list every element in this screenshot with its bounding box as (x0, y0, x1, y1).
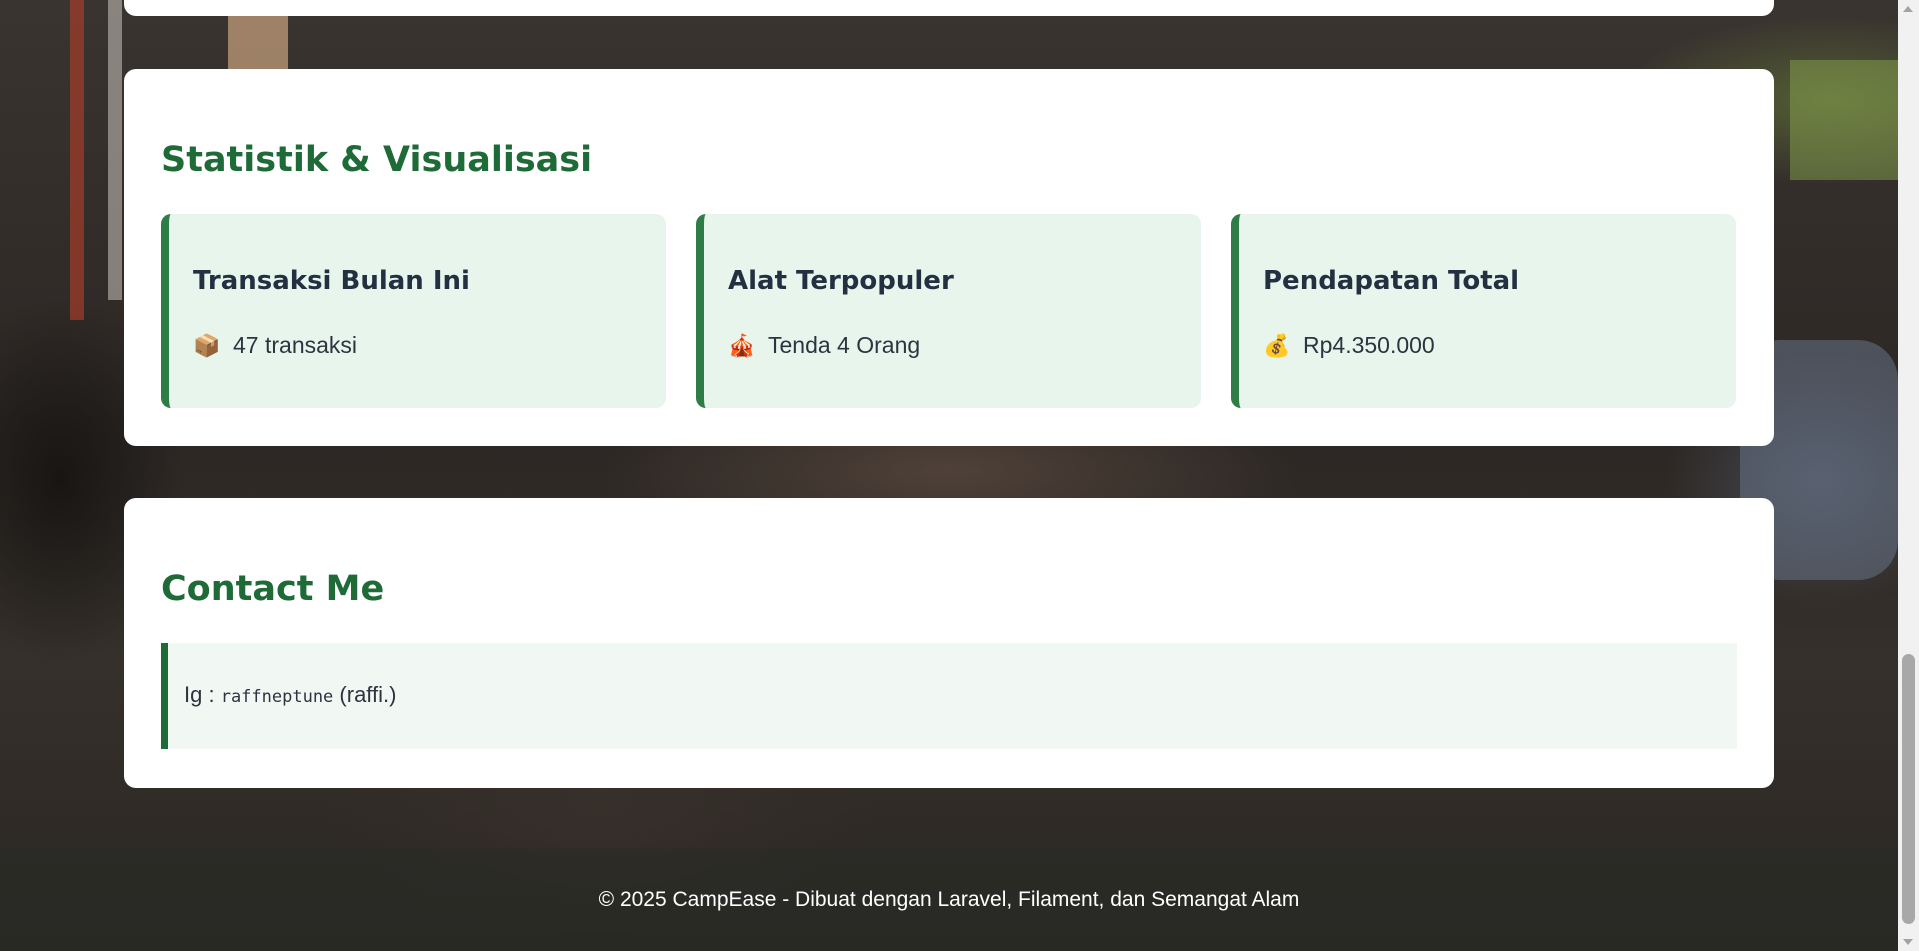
scroll-up-icon[interactable] (1903, 6, 1913, 12)
contact-prefix: Ig : (184, 682, 215, 707)
stat-card-value: Tenda 4 Orang (768, 332, 921, 358)
package-icon: 📦 (193, 332, 221, 358)
contact-section: Contact Me Ig : raffneptune (raffi.) (124, 498, 1774, 788)
stat-card-title: Transaksi Bulan Ini (193, 266, 470, 296)
scrollbar-thumb[interactable] (1902, 654, 1915, 924)
contact-line: Ig : raffneptune (raffi.) (184, 682, 396, 708)
footer-text: © 2025 CampEase - Dibuat dengan Laravel,… (598, 887, 1300, 911)
page-footer: © 2025 CampEase - Dibuat dengan Laravel,… (0, 848, 1898, 951)
tent-icon: 🎪 (728, 332, 756, 358)
stats-section: Statistik & Visualisasi Transaksi Bulan … (124, 69, 1774, 446)
previous-section-card (124, 0, 1774, 16)
stats-section-title: Statistik & Visualisasi (161, 140, 593, 180)
contact-name: (raffi.) (339, 682, 397, 707)
stat-card-title: Pendapatan Total (1263, 266, 1520, 296)
stat-card-title: Alat Terpopuler (728, 266, 954, 296)
stat-card-value-row: 💰 Rp4.350.000 (1263, 332, 1435, 359)
instagram-handle: raffneptune (220, 687, 334, 707)
vertical-scrollbar[interactable] (1898, 0, 1919, 951)
scroll-down-icon[interactable] (1903, 939, 1913, 945)
money-bag-icon: 💰 (1263, 332, 1291, 358)
stat-card-value: Rp4.350.000 (1303, 332, 1435, 358)
contact-quote-box: Ig : raffneptune (raffi.) (161, 643, 1737, 749)
stat-card-value: 47 transaksi (233, 332, 358, 358)
contact-section-title: Contact Me (161, 569, 385, 609)
stat-card-total-revenue: Pendapatan Total 💰 Rp4.350.000 (1231, 214, 1736, 408)
stat-card-popular-tool: Alat Terpopuler 🎪 Tenda 4 Orang (696, 214, 1201, 408)
stat-card-value-row: 📦 47 transaksi (193, 332, 357, 359)
stat-card-value-row: 🎪 Tenda 4 Orang (728, 332, 920, 359)
stat-card-transactions: Transaksi Bulan Ini 📦 47 transaksi (161, 214, 666, 408)
